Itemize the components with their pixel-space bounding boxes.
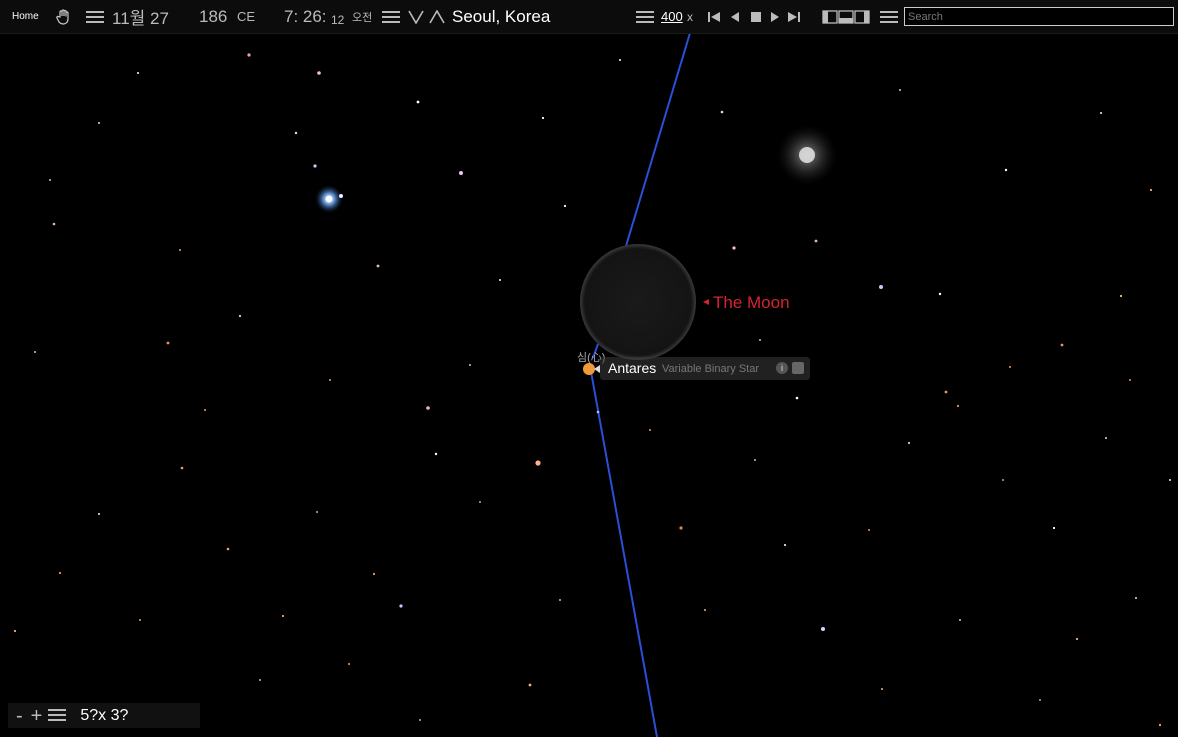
top-toolbar: Home 11월 27 186 CE 7: 26: 12 오전 Seoul, K…	[0, 0, 1178, 34]
ampm-display[interactable]: 오전	[352, 0, 372, 33]
antares-label[interactable]: Antares	[608, 360, 656, 376]
chevron-down-icon[interactable]	[408, 0, 424, 33]
antares-type-label: Variable Binary Star	[662, 363, 760, 375]
date-display[interactable]: 11월 27	[112, 0, 169, 33]
sky-canvas[interactable]	[0, 0, 1178, 737]
moon-label[interactable]: The Moon	[713, 293, 790, 313]
seconds-display[interactable]: 12	[331, 0, 344, 36]
stop-icon[interactable]	[749, 0, 763, 33]
rate-menu-icon[interactable]	[636, 0, 654, 33]
chevron-up-icon[interactable]	[429, 0, 445, 33]
field-of-view-display[interactable]: 5?x 3?	[80, 707, 128, 725]
globular-cluster[interactable]	[799, 147, 815, 163]
moon-pointer-icon	[703, 299, 709, 305]
zoom-in-button[interactable]: +	[31, 706, 43, 726]
blue-star-companion[interactable]	[339, 194, 343, 198]
star-field	[13, 53, 1171, 727]
ecliptic-line	[625, 32, 691, 247]
info-icon[interactable]: i	[776, 362, 788, 374]
time-display[interactable]: 7: 26:	[284, 0, 327, 33]
blue-star[interactable]	[325, 195, 333, 203]
zoom-menu-icon[interactable]	[48, 707, 67, 725]
bottom-panel-icon[interactable]	[838, 0, 854, 33]
time-rate-value[interactable]: 400	[661, 0, 683, 33]
zoom-bar: - + 5?x 3?	[8, 703, 200, 728]
time-menu-icon[interactable]	[382, 0, 400, 33]
left-panel-icon[interactable]	[822, 0, 838, 33]
hand-icon[interactable]	[55, 0, 73, 33]
year-display[interactable]: 186	[199, 0, 227, 33]
time-rate-unit: x	[687, 9, 693, 24]
ecliptic-line-lower	[589, 365, 658, 737]
main-menu-icon[interactable]	[880, 0, 898, 33]
checkbox-icon[interactable]	[792, 362, 804, 374]
location-display[interactable]: Seoul, Korea	[452, 0, 550, 33]
play-icon[interactable]	[768, 0, 782, 33]
moon-disc[interactable]	[580, 244, 696, 360]
search-input[interactable]	[904, 7, 1174, 26]
skip-back-icon[interactable]	[707, 0, 721, 33]
skip-forward-icon[interactable]	[787, 0, 801, 33]
step-back-icon[interactable]	[728, 0, 742, 33]
date-menu-icon[interactable]	[86, 0, 104, 33]
zoom-out-button[interactable]: -	[16, 706, 23, 726]
sky-view[interactable]: 심(心) The Moon Antares Variable Binary St…	[0, 0, 1178, 737]
right-panel-icon[interactable]	[854, 0, 870, 33]
era-display[interactable]: CE	[237, 0, 255, 33]
home-button[interactable]: Home	[6, 0, 45, 33]
